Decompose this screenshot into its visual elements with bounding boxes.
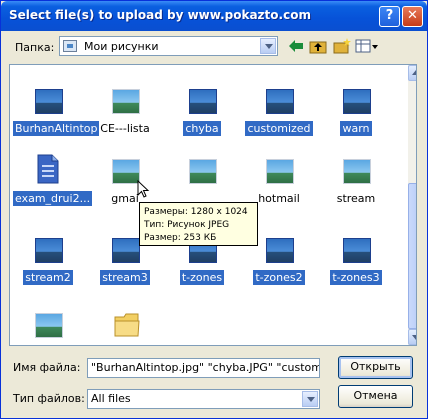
filename-label: Имя файла: — [13, 361, 81, 374]
file-label: chyba — [183, 121, 221, 136]
file-label-wrapper: warn — [321, 121, 391, 136]
cancel-button[interactable]: Отмена — [338, 385, 413, 408]
file-label: t-zones — [179, 270, 225, 285]
file-label: exam_drui2... — [13, 191, 93, 206]
view-menu-icon[interactable] — [355, 38, 379, 54]
file-item[interactable]: stream2 — [13, 238, 83, 288]
new-folder-icon[interactable] — [333, 38, 351, 54]
file-item[interactable]: warn — [321, 89, 391, 139]
file-item[interactable]: t-zones3 — [321, 238, 391, 288]
scroll-thumb[interactable] — [408, 183, 416, 329]
image-thumbnail-icon — [35, 89, 63, 114]
image-thumbnail-icon — [112, 89, 140, 114]
file-label-wrapper: t-zones3 — [321, 270, 391, 285]
filetype-dropdown[interactable]: All files — [87, 389, 320, 409]
file-dialog: Select file(s) to upload by www.pokazto.… — [0, 0, 428, 419]
file-label-wrapper: exam_drui2... — [13, 191, 93, 206]
image-thumbnail-icon — [266, 89, 294, 114]
image-thumbnail-icon — [35, 238, 63, 263]
image-thumbnail-icon — [189, 89, 217, 114]
image-thumbnail-icon — [189, 159, 217, 184]
title-bar: Select file(s) to upload by www.pokazto.… — [1, 1, 427, 31]
tooltip-size: Размер: 253 КБ — [144, 233, 217, 243]
file-item[interactable] — [13, 313, 83, 345]
file-item[interactable]: CE---lista — [90, 89, 160, 139]
file-label-wrapper: chyba — [167, 121, 237, 136]
scroll-up-icon[interactable] — [408, 65, 416, 81]
chevron-down-icon[interactable] — [260, 38, 276, 54]
folder-icon — [114, 313, 140, 337]
file-label: stream3 — [100, 270, 150, 285]
file-label: hotmail — [258, 192, 300, 205]
image-thumbnail-icon — [343, 238, 371, 263]
image-thumbnail-icon — [112, 238, 140, 263]
file-label: t-zones3 — [330, 270, 382, 285]
my-pictures-icon — [63, 40, 77, 52]
open-button[interactable]: Открыть — [338, 356, 413, 379]
folder-value: Мои рисунки — [84, 40, 159, 53]
tooltip-type: Тип: Рисунок JPEG — [144, 220, 230, 230]
filename-input[interactable]: "BurhanAltintop.jpg" "chyba.JPG" "custom… — [87, 358, 320, 378]
up-folder-icon[interactable] — [309, 38, 327, 54]
filetype-label: Тип файлов: — [13, 392, 85, 405]
file-label: stream2 — [23, 270, 73, 285]
file-label: customized — [245, 121, 313, 136]
file-item[interactable]: chyba — [167, 89, 237, 139]
file-label: t-zones2 — [253, 270, 305, 285]
image-thumbnail-icon — [112, 159, 140, 184]
file-label-wrapper: stream3 — [90, 270, 160, 285]
file-label: stream — [336, 192, 376, 205]
filetype-value: All files — [91, 392, 131, 405]
file-item[interactable]: exam_drui2... — [13, 154, 93, 209]
image-thumbnail-icon — [266, 238, 294, 263]
tooltip-dimensions: Размеры: 1280 x 1024 — [144, 207, 248, 217]
file-label-wrapper: stream2 — [13, 270, 83, 285]
window-title: Select file(s) to upload by www.pokazto.… — [9, 8, 311, 22]
document-icon — [37, 154, 59, 184]
image-thumbnail-icon — [35, 313, 63, 338]
scroll-down-icon[interactable] — [408, 329, 416, 345]
file-label-wrapper: customized — [244, 121, 314, 136]
file-label: CE---lista — [100, 122, 150, 135]
file-item[interactable]: BurhanAltintop — [13, 89, 100, 139]
help-button[interactable]: ? — [379, 6, 400, 27]
image-thumbnail-icon — [343, 159, 371, 184]
file-label: BurhanAltintop — [13, 121, 100, 136]
file-label-wrapper: t-zones2 — [244, 270, 314, 285]
back-icon[interactable] — [287, 38, 305, 54]
vertical-scrollbar[interactable] — [408, 65, 416, 345]
file-label-wrapper: CE---lista — [90, 122, 160, 135]
chevron-down-icon[interactable] — [302, 391, 318, 407]
folder-label: Папка: — [15, 41, 55, 54]
mouse-cursor-icon — [137, 180, 150, 198]
folder-dropdown[interactable]: Мои рисунки — [59, 36, 278, 56]
file-label-wrapper: t-zones — [167, 270, 237, 285]
file-label-wrapper: BurhanAltintop — [13, 121, 100, 136]
file-info-tooltip: Размеры: 1280 x 1024 Тип: Рисунок JPEG Р… — [139, 202, 258, 246]
close-button[interactable]: ✕ — [402, 6, 423, 27]
image-thumbnail-icon — [266, 159, 294, 184]
file-item[interactable]: stream — [321, 159, 391, 209]
file-label-wrapper: stream — [321, 192, 391, 205]
file-item[interactable]: customized — [244, 89, 314, 139]
image-thumbnail-icon — [343, 89, 371, 114]
file-item[interactable] — [90, 313, 160, 345]
file-label: warn — [340, 121, 372, 136]
